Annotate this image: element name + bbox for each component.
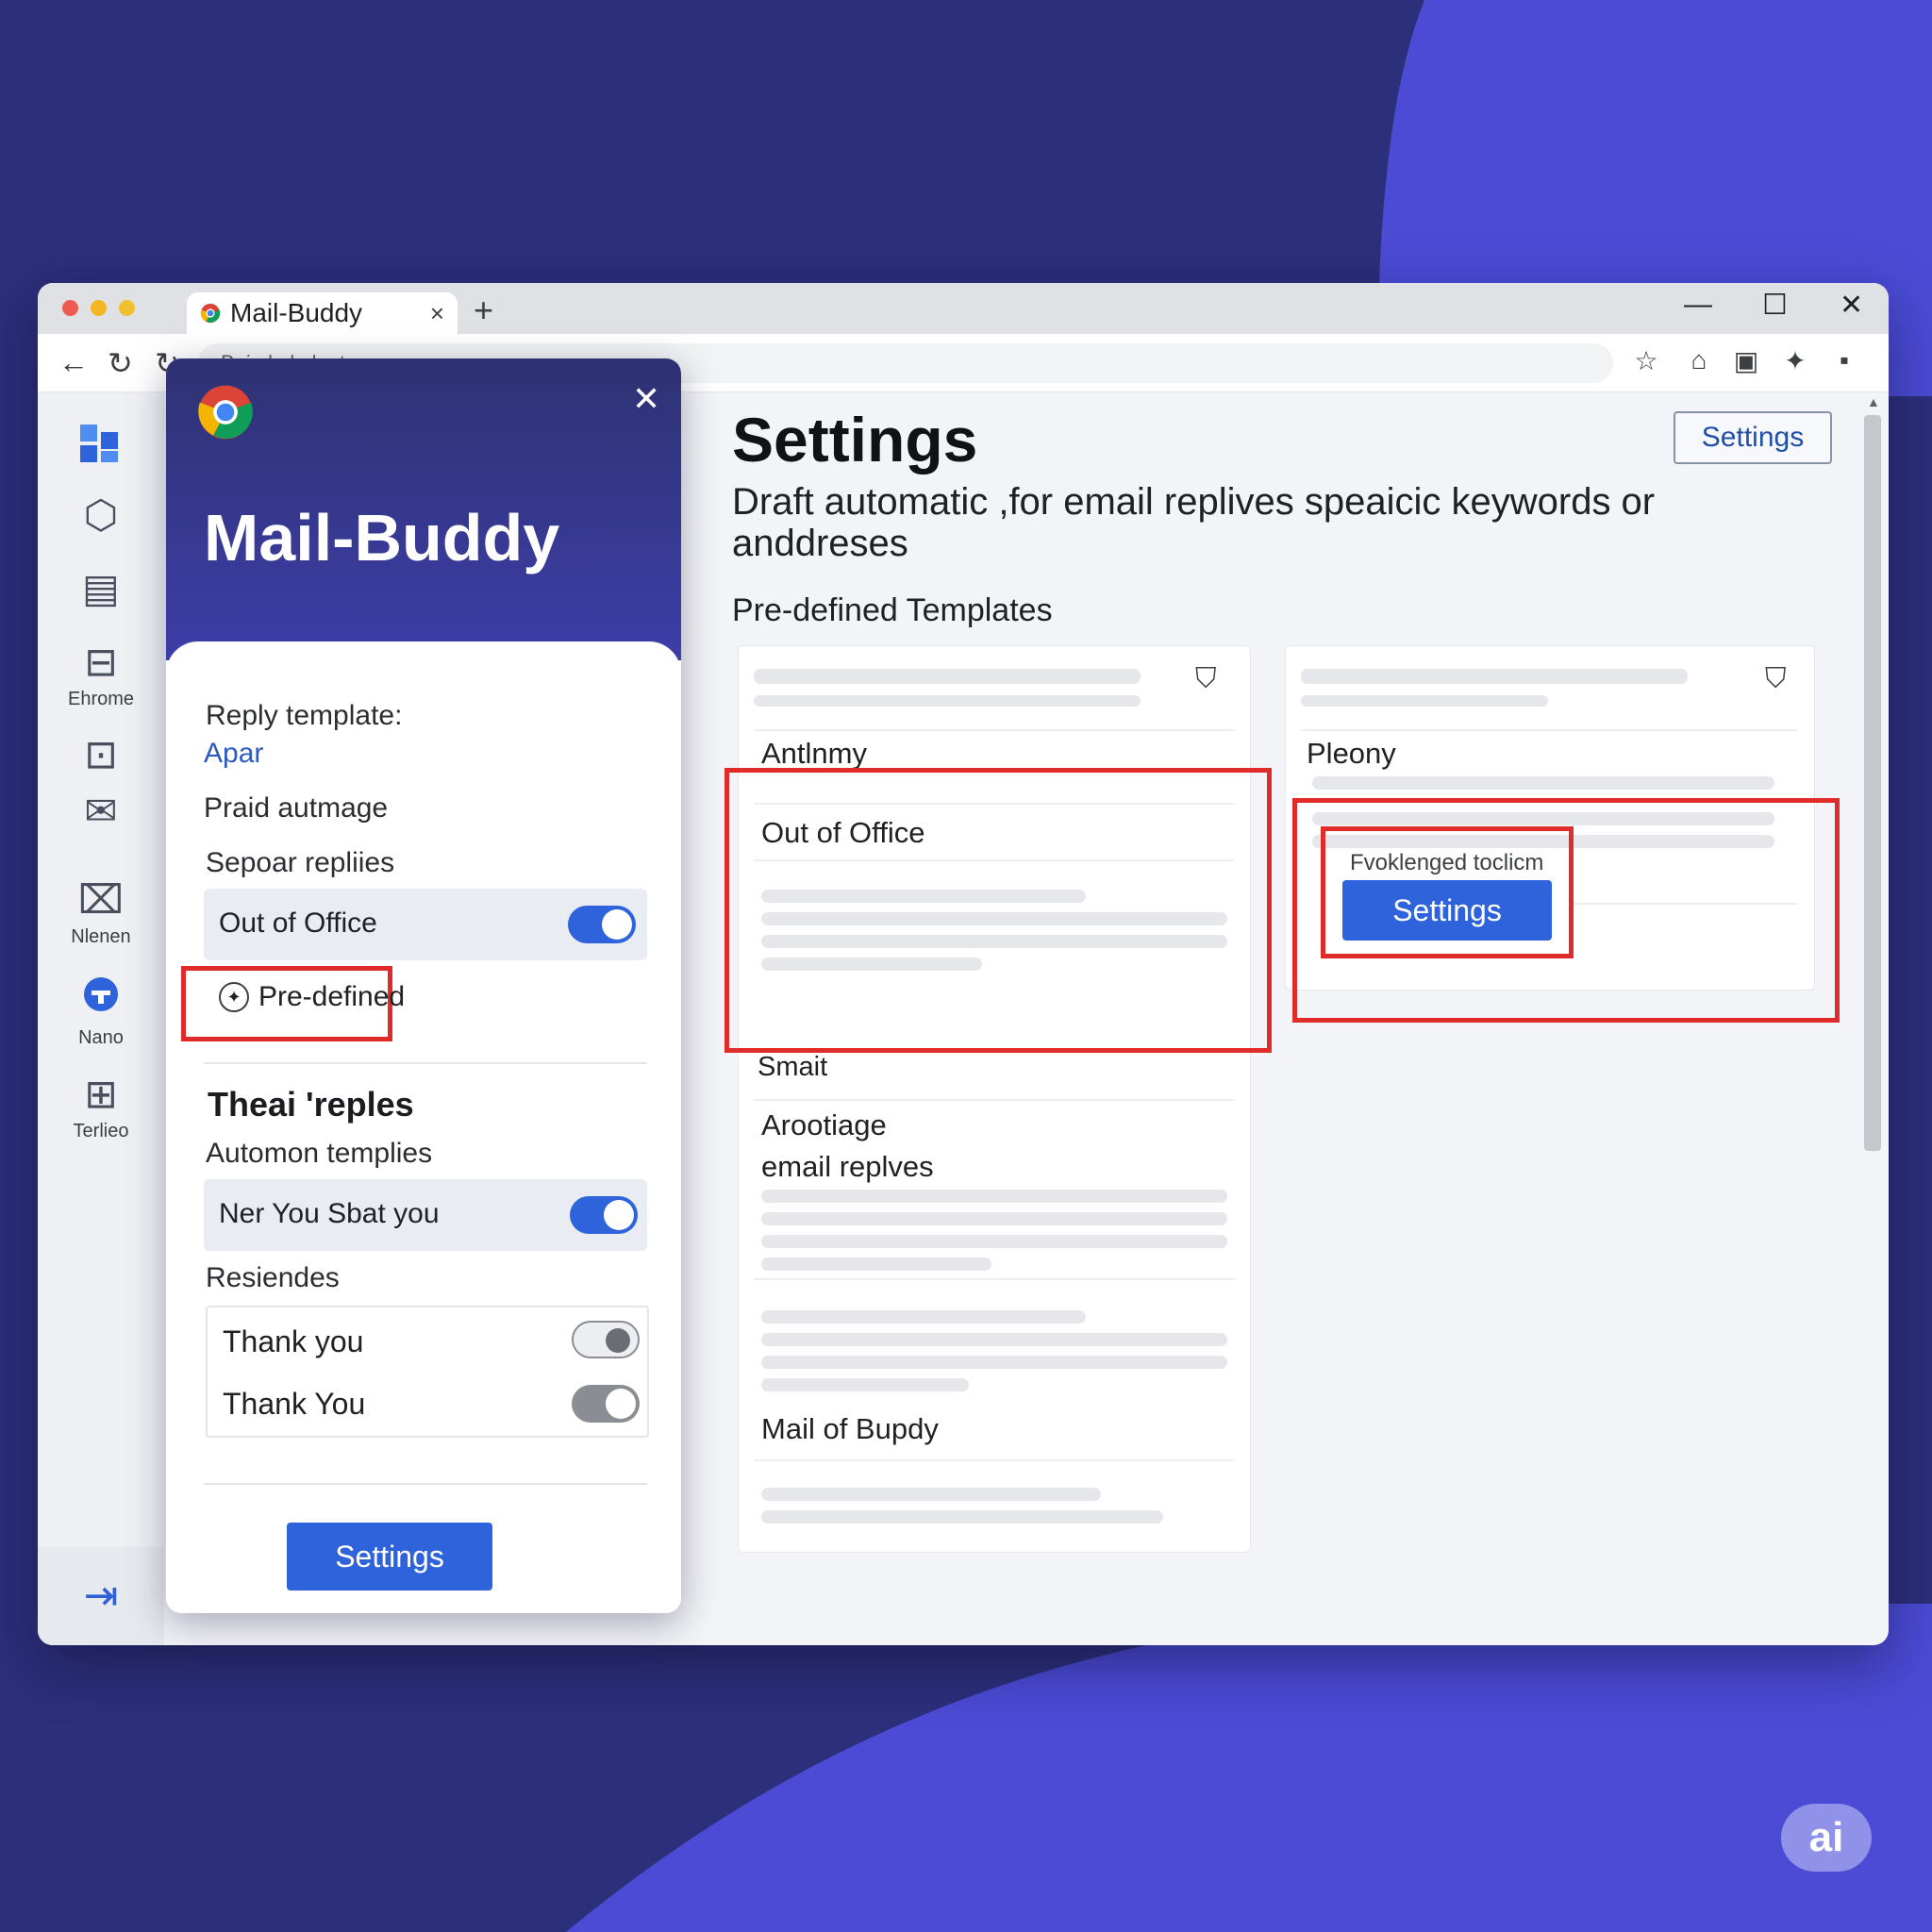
- tab-title: Mail-Buddy: [230, 298, 363, 327]
- highlight-out-of-office-card: [724, 768, 1272, 1053]
- profile-icon[interactable]: ▪: [1828, 345, 1860, 375]
- window-close-dot[interactable]: [62, 300, 78, 316]
- shield-icon[interactable]: ⛉: [1765, 663, 1787, 695]
- section-heading: Theai 'reples: [208, 1085, 414, 1124]
- tab-close-icon[interactable]: ×: [430, 299, 444, 328]
- home-icon[interactable]: ⌂: [1683, 345, 1715, 375]
- thank-you-2-label: Thank You: [223, 1387, 366, 1421]
- card-label: Antlnmy: [761, 737, 867, 770]
- window-minimize-dot[interactable]: [91, 300, 107, 316]
- popup-body: Reply template: Apar Praid autmage Sepoa…: [166, 641, 681, 1613]
- reload-icon[interactable]: ↻: [108, 345, 133, 381]
- maximize-button[interactable]: ☐: [1762, 289, 1788, 322]
- minimize-button[interactable]: —: [1684, 289, 1712, 321]
- puzzle-icon[interactable]: ▣: [1730, 345, 1762, 376]
- section-heading: Pre-defined Templates: [732, 592, 1053, 628]
- scroll-up-arrow-icon[interactable]: ▲: [1867, 394, 1880, 409]
- popup-header: ✕ Mail-Buddy: [166, 358, 681, 660]
- ai-badge: ai: [1781, 1804, 1872, 1872]
- popup-title: Mail-Buddy: [204, 501, 560, 575]
- settings-top-button[interactable]: Settings: [1674, 411, 1832, 464]
- rail-item-chrome[interactable]: ⊟ Ehrome: [38, 640, 164, 710]
- residence-heading: Resiendes: [206, 1262, 340, 1293]
- page-description: Draft automatic ,for email replives spea…: [732, 481, 1656, 564]
- scrollbar[interactable]: [1864, 415, 1881, 1151]
- new-tab-button[interactable]: +: [474, 291, 493, 330]
- rail-item-nano[interactable]: Nano: [38, 974, 164, 1049]
- predefined-option[interactable]: ✦ Pre-defined: [219, 981, 405, 1013]
- card-label: Smait: [758, 1052, 828, 1082]
- apps-icon: [80, 425, 118, 462]
- card-label: email replves: [761, 1150, 934, 1183]
- card-label: Arootiage: [761, 1108, 887, 1141]
- mail-icon: ✉: [84, 789, 118, 833]
- menu-icon[interactable]: ⋮: [1875, 345, 1889, 376]
- divider: [204, 1483, 647, 1485]
- rail-label: Terlieo: [73, 1121, 129, 1141]
- popup-settings-button[interactable]: Settings: [287, 1523, 492, 1591]
- template-item[interactable]: Sepoar repliies: [206, 847, 394, 879]
- divider: [204, 1062, 647, 1064]
- section-subheading: Automon templies: [206, 1138, 433, 1169]
- template-link[interactable]: Apar: [204, 738, 263, 770]
- left-rail: ⬡ ▤ ⊟ Ehrome ⊡ ✉ ⌧ Nlenen Nano ⊞ Terlieo…: [38, 392, 164, 1645]
- window-zoom-dot[interactable]: [119, 300, 135, 316]
- shield-icon[interactable]: ⛉: [1195, 663, 1217, 695]
- rail-label: Nlenen: [71, 926, 131, 947]
- predefined-icon: ✦: [219, 982, 249, 1012]
- thank-you-1-toggle[interactable]: [572, 1321, 640, 1358]
- rail-item-folder[interactable]: ⊡: [38, 732, 164, 777]
- thank-you-1-label: Thank you: [223, 1324, 364, 1358]
- ner-row-toggle[interactable]: [570, 1196, 638, 1234]
- card-label: Pleony: [1307, 737, 1396, 770]
- thank-you-2-toggle[interactable]: [572, 1385, 640, 1423]
- back-arrow-icon[interactable]: ←: [58, 345, 89, 380]
- chat-icon: [84, 977, 118, 1011]
- message-icon: ⌧: [77, 877, 125, 922]
- out-of-office-label: Out of Office: [219, 908, 377, 939]
- card-label: Mail of Bupdy: [761, 1412, 939, 1445]
- briefcase-icon: ⊟: [84, 640, 118, 684]
- rail-label: Ehrome: [67, 689, 135, 709]
- sign-out-icon: ⇥: [83, 1573, 119, 1619]
- rail-item-apps[interactable]: [38, 419, 164, 473]
- template-item[interactable]: Praid autmage: [204, 792, 388, 824]
- chrome-logo-icon: [198, 385, 253, 440]
- out-of-office-row[interactable]: Out of Office: [204, 889, 647, 960]
- ner-row[interactable]: Ner You Sbat you: [204, 1179, 647, 1251]
- residence-box: Thank you Thank You: [206, 1306, 649, 1438]
- page-title: Settings: [732, 405, 978, 475]
- settings-icon: ⬡: [83, 492, 119, 537]
- highlight-settings-button: [1321, 826, 1574, 958]
- mail-buddy-popup: ✕ Mail-Buddy Reply template: Apar Praid …: [166, 358, 681, 1613]
- out-of-office-toggle[interactable]: [568, 906, 636, 943]
- rail-label: Nano: [78, 1027, 124, 1048]
- close-window-button[interactable]: ✕: [1840, 289, 1863, 322]
- rail-item-terlieo[interactable]: ⊞ Terlieo: [38, 1072, 164, 1142]
- rail-item-settings[interactable]: ⬡: [38, 492, 164, 538]
- folder-icon: ⊡: [84, 732, 118, 776]
- chrome-icon: [200, 303, 221, 324]
- rail-item-mail[interactable]: ✉: [38, 789, 164, 834]
- extension-icon[interactable]: ✦: [1779, 345, 1811, 376]
- predefined-label: Pre-defined: [258, 981, 406, 1012]
- rail-item-calendar[interactable]: ▤: [38, 566, 164, 611]
- rail-footer[interactable]: ⇥: [38, 1547, 164, 1645]
- calendar-icon: ▤: [82, 566, 120, 610]
- document-icon: ⊞: [84, 1072, 118, 1116]
- reply-template-heading: Reply template:: [206, 700, 403, 731]
- title-bar: Mail-Buddy × + — ☐ ✕: [38, 283, 1889, 334]
- popup-close-icon[interactable]: ✕: [632, 379, 660, 419]
- rail-item-nlenen[interactable]: ⌧ Nlenen: [38, 877, 164, 948]
- ner-row-label: Ner You Sbat you: [219, 1198, 440, 1229]
- tab-mail-buddy[interactable]: Mail-Buddy ×: [187, 292, 458, 334]
- star-icon[interactable]: ☆: [1630, 345, 1662, 376]
